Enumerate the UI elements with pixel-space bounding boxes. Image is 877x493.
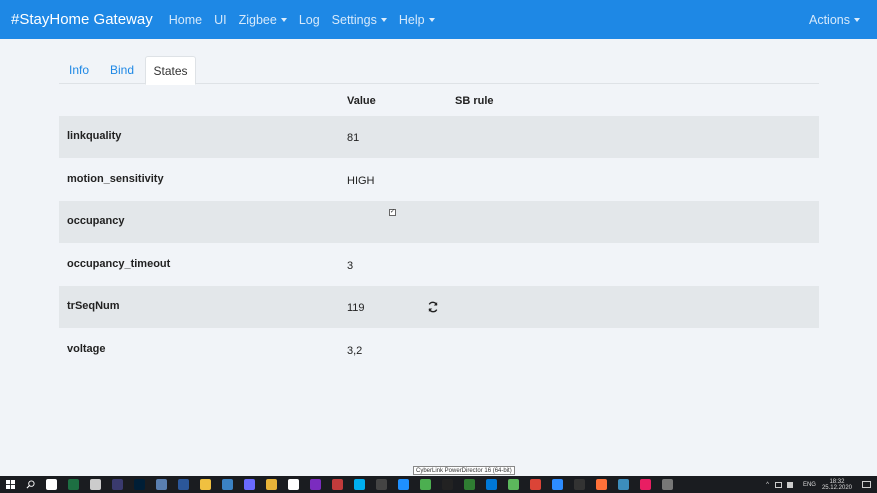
taskbar-app-icon[interactable] (89, 479, 101, 490)
chevron-up-icon[interactable]: ^ (766, 482, 769, 488)
search-icon (26, 480, 35, 489)
nav-settings-dropdown[interactable]: Settings (332, 13, 387, 27)
taskbar-app-icon[interactable] (441, 479, 453, 490)
taskbar-app-icon[interactable] (353, 479, 365, 490)
brand-title[interactable]: #StayHome Gateway (11, 11, 153, 28)
taskbar-app-icon[interactable] (67, 479, 79, 490)
nav-home[interactable]: Home (169, 13, 202, 27)
chevron-down-icon (428, 17, 435, 22)
taskbar-app-icon[interactable] (287, 479, 299, 490)
column-header-value: Value (347, 95, 376, 107)
taskbar-app-icon[interactable] (507, 479, 519, 490)
actions-label: Actions (809, 12, 850, 27)
taskbar-clock[interactable]: 18:32 25.12.2020 (822, 479, 852, 491)
state-value: 3,2 (347, 345, 363, 357)
state-key: trSeqNum (67, 300, 120, 312)
taskbar-app-icon[interactable] (595, 479, 607, 490)
taskbar-app-icon[interactable] (617, 479, 629, 490)
nav-settings-label: Settings (331, 12, 377, 27)
nav-ui[interactable]: UI (214, 13, 227, 27)
state-value: HIGH (347, 175, 375, 187)
nav-help-label: Help (398, 12, 425, 27)
start-button[interactable] (0, 476, 20, 493)
table-row: trSeqNum 119 (59, 286, 819, 328)
table-row: linkquality 81 (59, 116, 819, 158)
windows-taskbar: ^ ENG 18:32 25.12.2020 (0, 476, 877, 493)
state-key: linkquality (67, 130, 122, 142)
nav-home-label: Home (168, 12, 203, 27)
taskbar-app-icon[interactable] (265, 479, 277, 490)
taskbar-app-icons (40, 479, 678, 490)
taskbar-app-icon[interactable] (661, 479, 673, 490)
taskbar-app-icon[interactable] (221, 479, 233, 490)
state-key: voltage (67, 343, 106, 355)
taskbar-app-icon[interactable] (309, 479, 321, 490)
actions-dropdown[interactable]: Actions (809, 0, 860, 39)
refresh-icon[interactable] (427, 301, 439, 313)
system-tray: ^ ENG 18:32 25.12.2020 (766, 476, 877, 493)
taskbar-app-icon[interactable] (639, 479, 651, 490)
nav-log-label: Log (298, 12, 320, 27)
taskbar-tooltip: CyberLink PowerDirector 16 (64-bit) (413, 466, 515, 475)
taskbar-app-icon[interactable] (243, 479, 255, 490)
taskbar-app-icon[interactable] (331, 479, 343, 490)
state-value: 81 (347, 132, 360, 144)
taskbar-app-icon[interactable] (463, 479, 475, 490)
table-row: occupancy_timeout 3 (59, 244, 819, 286)
tab-bind[interactable]: Bind (103, 56, 141, 84)
taskbar-app-icon[interactable] (45, 479, 57, 490)
state-key: occupancy_timeout (67, 258, 171, 270)
taskbar-app-icon[interactable] (551, 479, 563, 490)
network-icon[interactable] (774, 481, 782, 488)
taskbar-search-button[interactable] (20, 476, 40, 493)
device-tabs: Info Bind States (59, 56, 819, 85)
notification-icon[interactable] (862, 481, 871, 488)
clock-date: 25.12.2020 (821, 484, 852, 491)
state-value: 119 (347, 302, 365, 314)
chevron-down-icon (854, 17, 860, 22)
occupancy-checkbox[interactable]: ✓ (389, 209, 396, 216)
taskbar-app-icon[interactable] (133, 479, 145, 490)
nav-zigbee-dropdown[interactable]: Zigbee (239, 13, 287, 27)
taskbar-app-icon[interactable] (397, 479, 409, 490)
table-row: occupancy ✓ (59, 201, 819, 243)
taskbar-app-icon[interactable] (419, 479, 431, 490)
tab-info[interactable]: Info (59, 56, 99, 84)
chevron-down-icon (380, 17, 387, 22)
table-row: motion_sensitivity HIGH (59, 159, 819, 201)
taskbar-app-icon[interactable] (573, 479, 585, 490)
top-navbar: #StayHome Gateway Home UI Zigbee Log Set… (0, 0, 877, 39)
tab-states[interactable]: States (145, 56, 196, 85)
column-header-sb-rule: SB rule (455, 95, 494, 107)
taskbar-app-icon[interactable] (529, 479, 541, 490)
language-indicator[interactable]: ENG (803, 482, 816, 488)
taskbar-app-icon[interactable] (111, 479, 123, 490)
nav-help-dropdown[interactable]: Help (399, 13, 435, 27)
taskbar-app-icon[interactable] (375, 479, 387, 490)
state-value: 3 (347, 260, 354, 272)
windows-icon (5, 480, 15, 489)
state-key: motion_sensitivity (67, 173, 164, 185)
volume-icon[interactable] (786, 481, 793, 488)
state-key: occupancy (67, 215, 125, 227)
table-row: voltage 3,2 (59, 329, 819, 371)
chevron-down-icon (280, 17, 287, 22)
taskbar-app-icon[interactable] (155, 479, 167, 490)
main-nav: Home UI Zigbee Log Settings Help (169, 13, 447, 27)
nav-ui-label: UI (214, 12, 227, 27)
taskbar-app-icon[interactable] (485, 479, 497, 490)
nav-log[interactable]: Log (299, 13, 320, 27)
taskbar-app-icon[interactable] (177, 479, 189, 490)
taskbar-app-icon[interactable] (199, 479, 211, 490)
nav-zigbee-label: Zigbee (238, 12, 277, 27)
